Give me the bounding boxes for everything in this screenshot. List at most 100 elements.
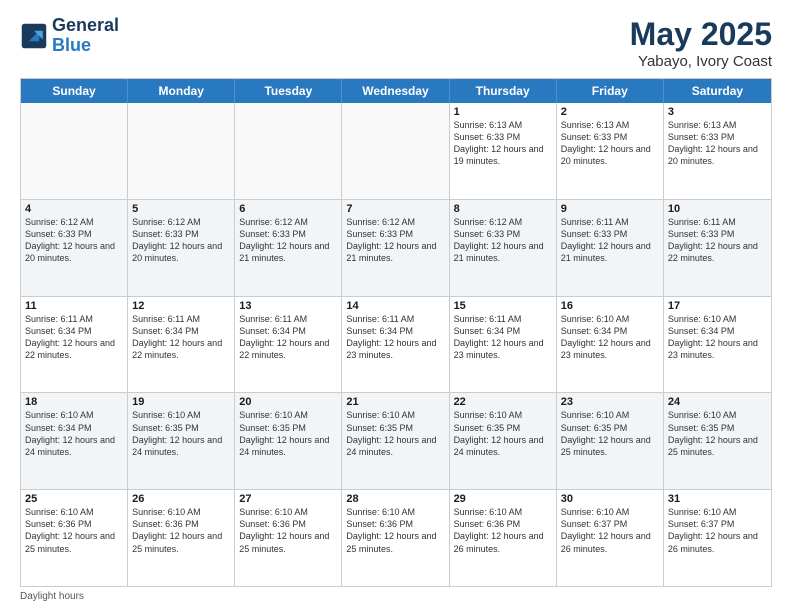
header: General Blue May 2025 Yabayo, Ivory Coas… xyxy=(20,16,772,70)
header-day-sunday: Sunday xyxy=(21,79,128,103)
day-info: Sunrise: 6:11 AM Sunset: 6:33 PM Dayligh… xyxy=(561,216,659,265)
day-info: Sunrise: 6:11 AM Sunset: 6:34 PM Dayligh… xyxy=(132,313,230,362)
day-info: Sunrise: 6:13 AM Sunset: 6:33 PM Dayligh… xyxy=(454,119,552,168)
header-day-monday: Monday xyxy=(128,79,235,103)
footer-note: Daylight hours xyxy=(20,591,772,602)
day-cell-20: 20Sunrise: 6:10 AM Sunset: 6:35 PM Dayli… xyxy=(235,393,342,489)
logo: General Blue xyxy=(20,16,119,56)
day-info: Sunrise: 6:13 AM Sunset: 6:33 PM Dayligh… xyxy=(561,119,659,168)
day-number: 19 xyxy=(132,396,230,408)
header-day-friday: Friday xyxy=(557,79,664,103)
calendar-week-4: 18Sunrise: 6:10 AM Sunset: 6:34 PM Dayli… xyxy=(21,392,771,489)
empty-cell xyxy=(128,103,235,199)
day-cell-16: 16Sunrise: 6:10 AM Sunset: 6:34 PM Dayli… xyxy=(557,297,664,393)
day-number: 10 xyxy=(668,203,767,215)
day-cell-15: 15Sunrise: 6:11 AM Sunset: 6:34 PM Dayli… xyxy=(450,297,557,393)
day-cell-4: 4Sunrise: 6:12 AM Sunset: 6:33 PM Daylig… xyxy=(21,200,128,296)
day-number: 2 xyxy=(561,106,659,118)
day-cell-21: 21Sunrise: 6:10 AM Sunset: 6:35 PM Dayli… xyxy=(342,393,449,489)
logo-icon xyxy=(20,22,48,50)
calendar-body: 1Sunrise: 6:13 AM Sunset: 6:33 PM Daylig… xyxy=(21,103,771,586)
day-number: 23 xyxy=(561,396,659,408)
day-info: Sunrise: 6:10 AM Sunset: 6:36 PM Dayligh… xyxy=(454,506,552,555)
day-number: 29 xyxy=(454,493,552,505)
month-title: May 2025 xyxy=(630,16,772,53)
day-number: 15 xyxy=(454,300,552,312)
day-number: 24 xyxy=(668,396,767,408)
day-number: 25 xyxy=(25,493,123,505)
day-cell-22: 22Sunrise: 6:10 AM Sunset: 6:35 PM Dayli… xyxy=(450,393,557,489)
day-info: Sunrise: 6:11 AM Sunset: 6:33 PM Dayligh… xyxy=(668,216,767,265)
day-number: 11 xyxy=(25,300,123,312)
day-number: 17 xyxy=(668,300,767,312)
day-cell-28: 28Sunrise: 6:10 AM Sunset: 6:36 PM Dayli… xyxy=(342,490,449,586)
calendar: SundayMondayTuesdayWednesdayThursdayFrid… xyxy=(20,78,772,587)
day-info: Sunrise: 6:12 AM Sunset: 6:33 PM Dayligh… xyxy=(132,216,230,265)
day-cell-1: 1Sunrise: 6:13 AM Sunset: 6:33 PM Daylig… xyxy=(450,103,557,199)
day-info: Sunrise: 6:10 AM Sunset: 6:37 PM Dayligh… xyxy=(561,506,659,555)
day-info: Sunrise: 6:12 AM Sunset: 6:33 PM Dayligh… xyxy=(25,216,123,265)
calendar-week-1: 1Sunrise: 6:13 AM Sunset: 6:33 PM Daylig… xyxy=(21,103,771,199)
day-info: Sunrise: 6:11 AM Sunset: 6:34 PM Dayligh… xyxy=(239,313,337,362)
calendar-week-3: 11Sunrise: 6:11 AM Sunset: 6:34 PM Dayli… xyxy=(21,296,771,393)
day-cell-27: 27Sunrise: 6:10 AM Sunset: 6:36 PM Dayli… xyxy=(235,490,342,586)
calendar-week-2: 4Sunrise: 6:12 AM Sunset: 6:33 PM Daylig… xyxy=(21,199,771,296)
header-day-thursday: Thursday xyxy=(450,79,557,103)
day-cell-5: 5Sunrise: 6:12 AM Sunset: 6:33 PM Daylig… xyxy=(128,200,235,296)
day-number: 22 xyxy=(454,396,552,408)
day-cell-23: 23Sunrise: 6:10 AM Sunset: 6:35 PM Dayli… xyxy=(557,393,664,489)
title-block: May 2025 Yabayo, Ivory Coast xyxy=(630,16,772,70)
header-day-saturday: Saturday xyxy=(664,79,771,103)
day-info: Sunrise: 6:10 AM Sunset: 6:36 PM Dayligh… xyxy=(346,506,444,555)
day-info: Sunrise: 6:10 AM Sunset: 6:35 PM Dayligh… xyxy=(132,409,230,458)
day-number: 3 xyxy=(668,106,767,118)
day-number: 28 xyxy=(346,493,444,505)
day-info: Sunrise: 6:10 AM Sunset: 6:36 PM Dayligh… xyxy=(25,506,123,555)
day-info: Sunrise: 6:11 AM Sunset: 6:34 PM Dayligh… xyxy=(25,313,123,362)
day-number: 7 xyxy=(346,203,444,215)
day-cell-10: 10Sunrise: 6:11 AM Sunset: 6:33 PM Dayli… xyxy=(664,200,771,296)
day-cell-24: 24Sunrise: 6:10 AM Sunset: 6:35 PM Dayli… xyxy=(664,393,771,489)
day-cell-29: 29Sunrise: 6:10 AM Sunset: 6:36 PM Dayli… xyxy=(450,490,557,586)
day-info: Sunrise: 6:11 AM Sunset: 6:34 PM Dayligh… xyxy=(346,313,444,362)
day-number: 31 xyxy=(668,493,767,505)
day-info: Sunrise: 6:10 AM Sunset: 6:34 PM Dayligh… xyxy=(668,313,767,362)
day-info: Sunrise: 6:10 AM Sunset: 6:35 PM Dayligh… xyxy=(346,409,444,458)
day-number: 27 xyxy=(239,493,337,505)
day-cell-17: 17Sunrise: 6:10 AM Sunset: 6:34 PM Dayli… xyxy=(664,297,771,393)
day-info: Sunrise: 6:13 AM Sunset: 6:33 PM Dayligh… xyxy=(668,119,767,168)
day-cell-6: 6Sunrise: 6:12 AM Sunset: 6:33 PM Daylig… xyxy=(235,200,342,296)
day-number: 20 xyxy=(239,396,337,408)
day-info: Sunrise: 6:11 AM Sunset: 6:34 PM Dayligh… xyxy=(454,313,552,362)
day-cell-12: 12Sunrise: 6:11 AM Sunset: 6:34 PM Dayli… xyxy=(128,297,235,393)
day-cell-31: 31Sunrise: 6:10 AM Sunset: 6:37 PM Dayli… xyxy=(664,490,771,586)
page: General Blue May 2025 Yabayo, Ivory Coas… xyxy=(0,0,792,612)
day-number: 16 xyxy=(561,300,659,312)
day-number: 12 xyxy=(132,300,230,312)
day-info: Sunrise: 6:10 AM Sunset: 6:36 PM Dayligh… xyxy=(132,506,230,555)
day-cell-19: 19Sunrise: 6:10 AM Sunset: 6:35 PM Dayli… xyxy=(128,393,235,489)
calendar-header: SundayMondayTuesdayWednesdayThursdayFrid… xyxy=(21,79,771,103)
empty-cell xyxy=(235,103,342,199)
calendar-week-5: 25Sunrise: 6:10 AM Sunset: 6:36 PM Dayli… xyxy=(21,489,771,586)
day-info: Sunrise: 6:12 AM Sunset: 6:33 PM Dayligh… xyxy=(346,216,444,265)
day-info: Sunrise: 6:12 AM Sunset: 6:33 PM Dayligh… xyxy=(454,216,552,265)
day-info: Sunrise: 6:12 AM Sunset: 6:33 PM Dayligh… xyxy=(239,216,337,265)
day-number: 5 xyxy=(132,203,230,215)
day-info: Sunrise: 6:10 AM Sunset: 6:34 PM Dayligh… xyxy=(561,313,659,362)
day-number: 6 xyxy=(239,203,337,215)
day-number: 14 xyxy=(346,300,444,312)
day-number: 4 xyxy=(25,203,123,215)
logo-text: General Blue xyxy=(52,16,119,56)
empty-cell xyxy=(21,103,128,199)
day-number: 30 xyxy=(561,493,659,505)
day-number: 9 xyxy=(561,203,659,215)
day-cell-13: 13Sunrise: 6:11 AM Sunset: 6:34 PM Dayli… xyxy=(235,297,342,393)
day-number: 21 xyxy=(346,396,444,408)
day-number: 18 xyxy=(25,396,123,408)
day-number: 8 xyxy=(454,203,552,215)
day-info: Sunrise: 6:10 AM Sunset: 6:35 PM Dayligh… xyxy=(668,409,767,458)
day-info: Sunrise: 6:10 AM Sunset: 6:35 PM Dayligh… xyxy=(561,409,659,458)
day-info: Sunrise: 6:10 AM Sunset: 6:35 PM Dayligh… xyxy=(454,409,552,458)
day-cell-3: 3Sunrise: 6:13 AM Sunset: 6:33 PM Daylig… xyxy=(664,103,771,199)
